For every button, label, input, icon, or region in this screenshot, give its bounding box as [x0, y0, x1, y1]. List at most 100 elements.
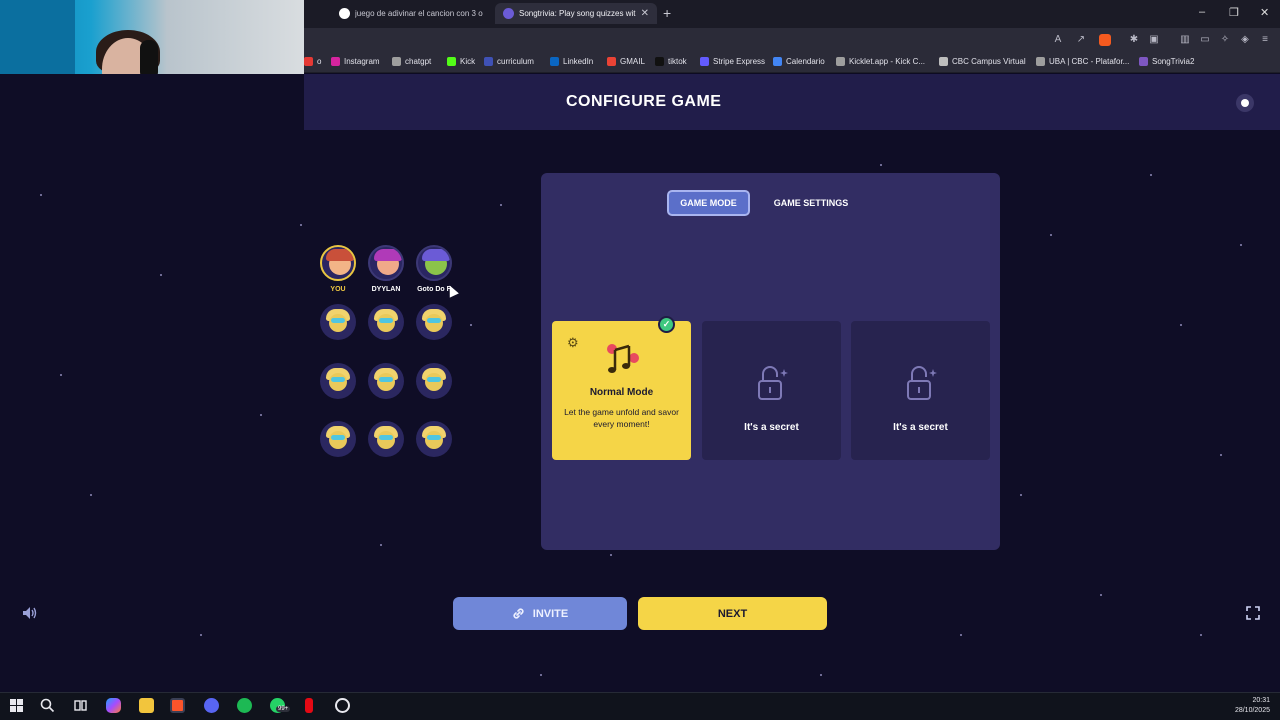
- mode-card-secret-2[interactable]: It's a secret: [851, 321, 990, 460]
- search-icon[interactable]: [40, 698, 55, 713]
- background-star: [1020, 494, 1022, 496]
- menu-icon[interactable]: ≡: [1259, 34, 1271, 46]
- bookmark-item[interactable]: tiktok: [655, 57, 687, 66]
- mode-title: It's a secret: [893, 422, 948, 433]
- vpn-icon[interactable]: ◈: [1239, 34, 1251, 46]
- bookmark-label: chatgpt: [405, 57, 432, 66]
- game-header: [304, 74, 1280, 130]
- task-view-icon[interactable]: [73, 698, 88, 713]
- bookmark-item[interactable]: Kick: [447, 57, 475, 66]
- player-avatar-goto: [416, 245, 452, 281]
- background-star: [1240, 244, 1242, 246]
- sidebar-icon[interactable]: ▥: [1179, 34, 1191, 46]
- player-avatar-dyylan: [368, 245, 404, 281]
- tab-game-settings[interactable]: GAME SETTINGS: [766, 190, 856, 216]
- minimize-button[interactable]: –: [1199, 6, 1205, 18]
- bookmark-item[interactable]: SongTrivia2: [1139, 57, 1194, 66]
- bookmark-item[interactable]: Instagram: [331, 57, 380, 66]
- windows-start-icon[interactable]: [9, 698, 24, 713]
- translate-icon[interactable]: A: [1052, 34, 1064, 46]
- file-explorer-icon[interactable]: [139, 698, 154, 713]
- spotify-icon[interactable]: [237, 698, 252, 713]
- background-star: [1180, 324, 1182, 326]
- bookmark-item[interactable]: Calendario: [773, 57, 825, 66]
- next-label: NEXT: [717, 607, 748, 620]
- bookmark-item[interactable]: Kicklet.app - Kick C...: [836, 57, 925, 66]
- discord-icon[interactable]: [204, 698, 219, 713]
- empty-player-slot: [416, 304, 452, 340]
- bookmark-label: Instagram: [344, 57, 380, 66]
- unlocked-padlock-icon: [758, 366, 788, 400]
- bookmark-item[interactable]: CBC Campus Virtual: [939, 57, 1026, 66]
- screenshot-icon[interactable]: ▣: [1148, 34, 1160, 46]
- background-star: [540, 674, 542, 676]
- background-star: [40, 194, 42, 196]
- background-star: [1200, 634, 1202, 636]
- empty-player-slot: [368, 421, 404, 457]
- brave-browser-icon[interactable]: [170, 698, 185, 713]
- tab-label: Songtrivia: Play song quizzes wit: [519, 9, 636, 18]
- mode-card-secret-1[interactable]: It's a secret: [702, 321, 841, 460]
- bookmark-favicon-icon: [331, 57, 340, 66]
- background-star: [200, 634, 202, 636]
- tab-game-mode[interactable]: GAME MODE: [667, 190, 750, 216]
- bookmark-item[interactable]: Stripe Express: [700, 57, 765, 66]
- invite-label: INVITE: [532, 607, 569, 620]
- volume-icon[interactable]: [22, 606, 38, 620]
- notification-badge: 99+: [276, 706, 291, 712]
- bookmark-label: GMAIL: [620, 57, 645, 66]
- player-avatar-you: [320, 245, 356, 281]
- link-icon: [513, 608, 524, 619]
- bookmark-favicon-icon: [392, 57, 401, 66]
- gear-icon[interactable]: ⚙: [567, 335, 579, 351]
- browser-tab-1[interactable]: juego de adivinar el cancion con 3 op: [331, 3, 491, 24]
- leo-icon[interactable]: ✧: [1219, 34, 1231, 46]
- bookmark-favicon-icon: [304, 57, 313, 66]
- bookmark-label: SongTrivia2: [1152, 57, 1195, 66]
- share-icon[interactable]: ↗: [1075, 34, 1087, 46]
- obs-icon[interactable]: [335, 698, 350, 713]
- fullscreen-icon[interactable]: [1246, 606, 1260, 620]
- new-tab-button[interactable]: +: [663, 5, 671, 21]
- empty-player-slot: [416, 363, 452, 399]
- mode-description: Let the game unfold and savor every mome…: [564, 407, 679, 429]
- netflix-icon[interactable]: [305, 698, 313, 713]
- bookmark-label: Calendario: [786, 57, 825, 66]
- windows-taskbar: [0, 692, 1280, 720]
- bookmark-label: UBA | CBC - Platafor...: [1049, 57, 1130, 66]
- background-star: [880, 164, 882, 166]
- background-star: [610, 554, 612, 556]
- background-star: [160, 274, 162, 276]
- tab-label: juego de adivinar el cancion con 3 op: [355, 9, 483, 18]
- background-star: [1150, 174, 1152, 176]
- bookmark-item[interactable]: LinkedIn: [550, 57, 593, 66]
- bookmark-favicon-icon: [773, 57, 782, 66]
- bookmark-item[interactable]: chatgpt: [392, 57, 431, 66]
- bookmark-favicon-icon: [447, 57, 456, 66]
- close-tab-icon[interactable]: ✕: [641, 8, 649, 19]
- close-game-button[interactable]: [1236, 94, 1254, 112]
- brave-shield-icon[interactable]: [1099, 34, 1111, 46]
- copilot-icon[interactable]: [106, 698, 121, 713]
- songtrivia-icon: [503, 8, 514, 19]
- browser-tab-2[interactable]: Songtrivia: Play song quizzes wit ✕: [495, 3, 657, 24]
- invite-button[interactable]: INVITE: [453, 597, 627, 630]
- bookmark-item[interactable]: curriculum: [484, 57, 534, 66]
- background-star: [500, 204, 502, 206]
- bookmark-item[interactable]: UBA | CBC - Platafor...: [1036, 57, 1129, 66]
- mode-title: Normal Mode: [589, 387, 654, 398]
- mode-card-normal[interactable]: ⚙ Normal Mode Let the game unfold and sa…: [552, 321, 691, 460]
- background-star: [1050, 234, 1052, 236]
- extensions-icon[interactable]: ✱: [1128, 34, 1140, 46]
- bookmark-item[interactable]: o: [304, 57, 321, 66]
- bookmark-favicon-icon: [1036, 57, 1045, 66]
- wallet-icon[interactable]: ▭: [1199, 34, 1211, 46]
- bookmark-favicon-icon: [1139, 57, 1148, 66]
- restore-button[interactable]: ❐: [1229, 6, 1239, 19]
- mode-title: It's a secret: [744, 422, 799, 433]
- close-icon: [1241, 99, 1249, 107]
- bookmark-item[interactable]: GMAIL: [607, 57, 645, 66]
- close-window-button[interactable]: ✕: [1260, 6, 1269, 19]
- empty-player-slot: [368, 363, 404, 399]
- next-button[interactable]: NEXT: [638, 597, 827, 630]
